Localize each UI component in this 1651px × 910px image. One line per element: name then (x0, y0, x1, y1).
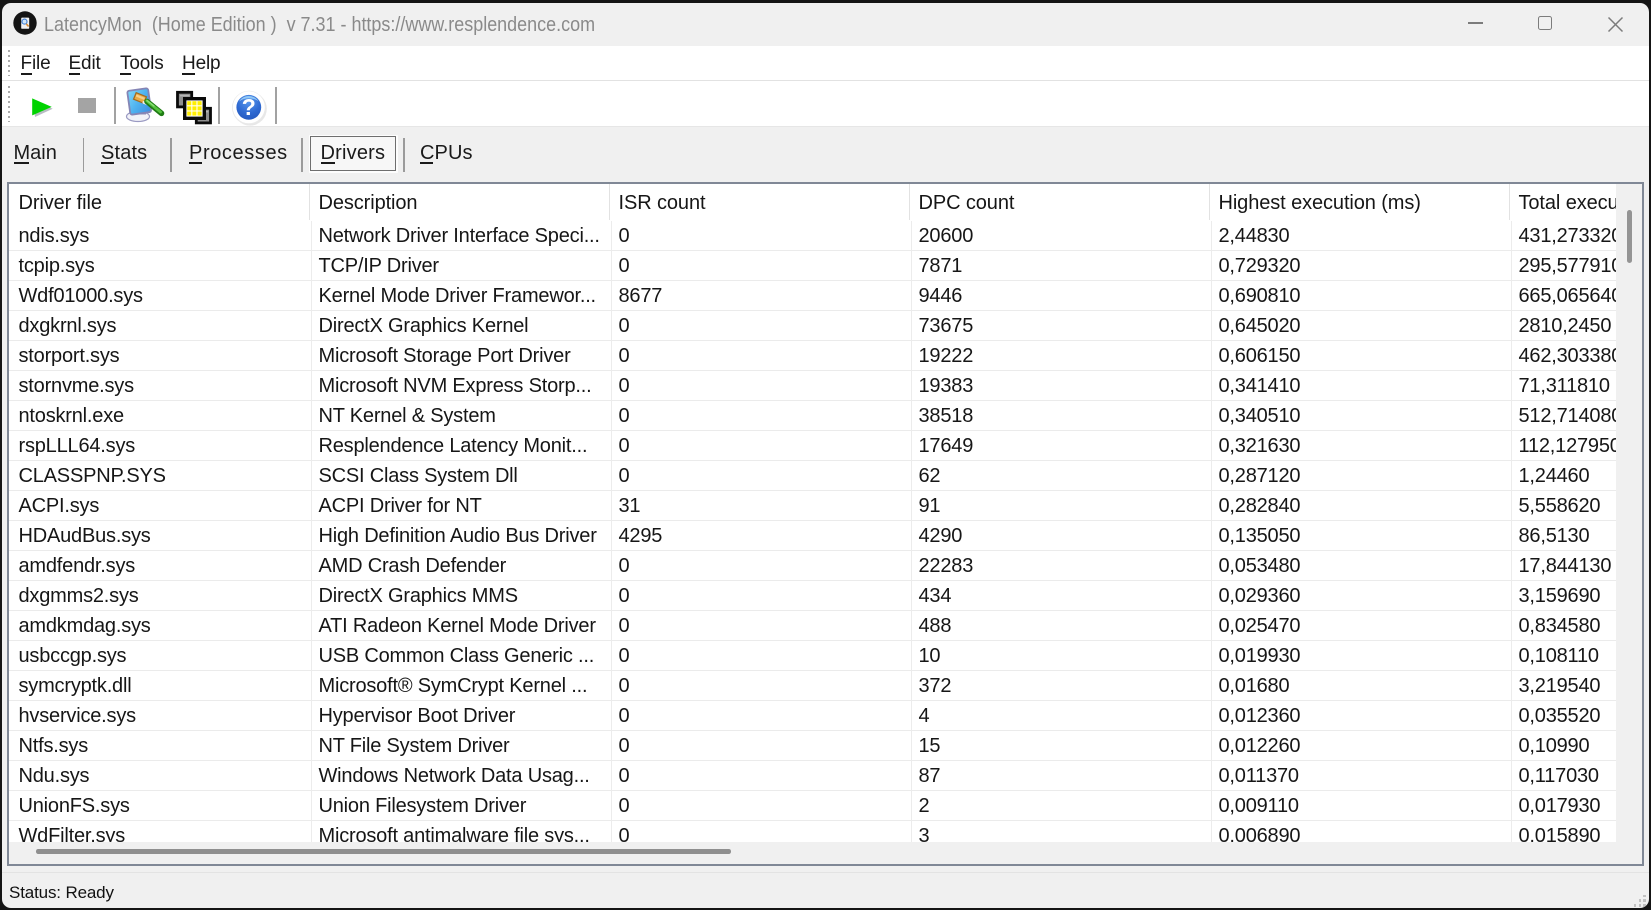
svg-text:?: ? (242, 94, 256, 120)
